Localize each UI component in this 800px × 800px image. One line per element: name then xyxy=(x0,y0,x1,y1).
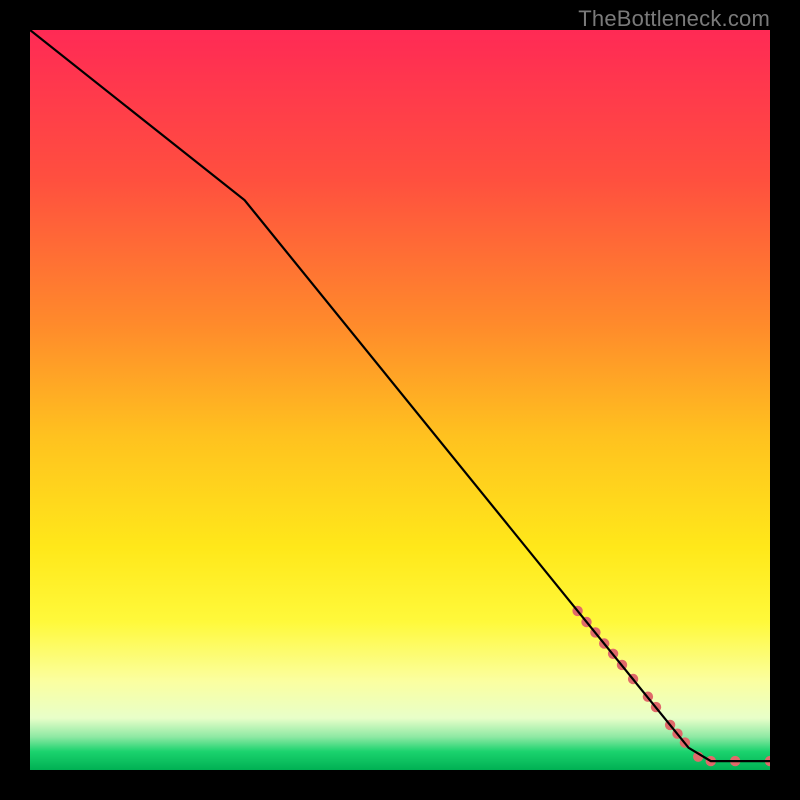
plot-area xyxy=(30,30,770,770)
curve-overlay xyxy=(30,30,770,770)
chart-frame: TheBottleneck.com xyxy=(0,0,800,800)
marker-group xyxy=(572,606,770,767)
watermark-text: TheBottleneck.com xyxy=(578,6,770,32)
bottleneck-curve xyxy=(30,30,770,761)
